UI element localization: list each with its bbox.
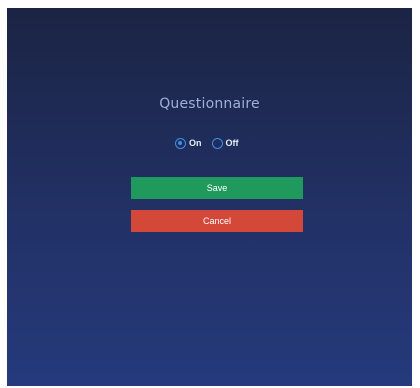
cancel-button[interactable]: Cancel: [131, 210, 303, 232]
settings-screen: Questionnaire On Off Save Cancel: [7, 8, 412, 386]
page-title: Questionnaire: [159, 96, 260, 112]
radio-label-off: Off: [225, 138, 239, 148]
radio-unchecked-icon[interactable]: [211, 137, 223, 149]
radio-label-on: On: [189, 138, 202, 148]
radio-option-off[interactable]: Off: [211, 137, 239, 149]
radio-option-on[interactable]: On: [175, 137, 202, 149]
radio-checked-icon[interactable]: [175, 137, 186, 149]
save-button[interactable]: Save: [131, 177, 303, 199]
questionnaire-toggle-group: On Off: [175, 135, 249, 151]
